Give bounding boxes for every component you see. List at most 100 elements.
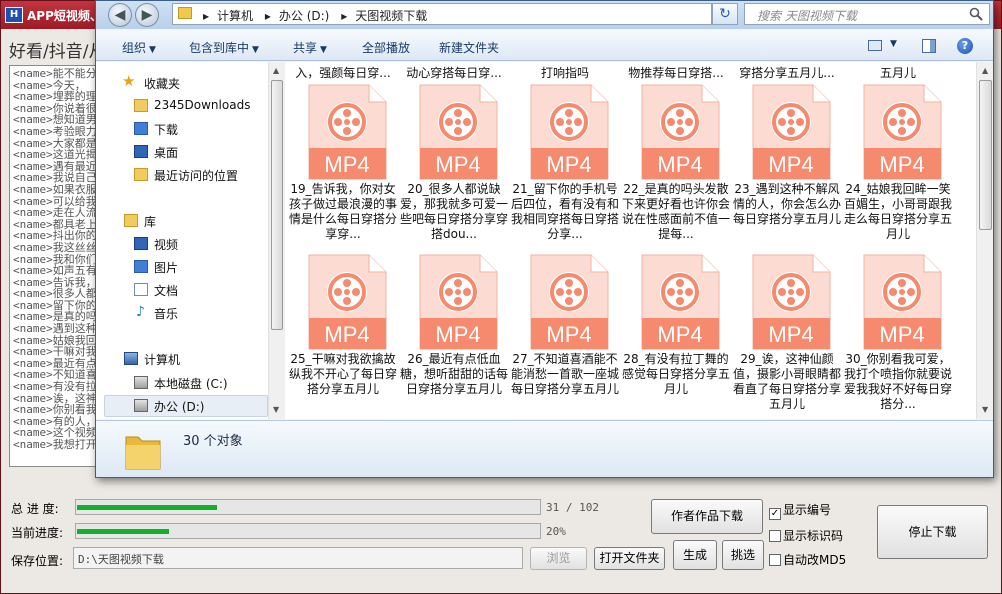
breadcrumb-current-folder[interactable]: 天图视频下载 (355, 9, 427, 23)
nav-scrollbar[interactable]: ▲ ▼ (268, 62, 285, 419)
list-item[interactable]: <name>如声五有 (13, 265, 101, 277)
list-item[interactable]: <name>考验眼力 (13, 126, 101, 138)
search-icon[interactable] (969, 7, 983, 21)
organize-menu[interactable]: 组织 ▼ (122, 39, 156, 56)
author-download-button[interactable]: 作者作品下载 (651, 499, 763, 534)
file-name-partial[interactable]: 物推荐每日穿搭... (622, 64, 730, 81)
stop-download-button[interactable]: 停止下载 (877, 505, 988, 559)
list-item[interactable]: <name>遇到这种 (13, 323, 101, 335)
scroll-up-icon[interactable]: ▲ (273, 66, 279, 75)
file-name-partial[interactable]: 入，强颜每日穿... (289, 64, 397, 81)
nav-favorites[interactable]: 收藏夹 (144, 75, 180, 92)
nav-pictures[interactable]: 图片 (154, 259, 178, 276)
file-item[interactable]: MP4 26_最近有点低血糖，想听甜甜的话每日穿搭分享五月儿 (400, 254, 508, 419)
list-item[interactable]: <name>如果衣服 (13, 184, 101, 196)
nav-scroll-thumb[interactable] (271, 80, 283, 330)
browse-button[interactable]: 浏览 (530, 547, 587, 570)
file-item[interactable]: MP4 24_姑娘我回眸一笑百媚生，小哥哥跟我走么每日穿搭分享五月儿 (844, 84, 952, 249)
file-item[interactable]: MP4 23_遇到这种不解风情的人，你会怎么办每日穿搭分享五月儿 (733, 84, 841, 249)
preview-pane-icon[interactable] (922, 39, 936, 53)
list-item[interactable]: <name>我想打开 (13, 439, 101, 451)
file-item[interactable]: MP4 29_诶，这神仙颜值，摄影小哥眼睛都看直了每日穿搭分享五月儿 (733, 254, 841, 419)
view-caret-icon[interactable]: ▼ (890, 39, 897, 49)
file-name: 30_你别看我可爱，我打个喷指你就要说爱我我好不好每日穿搭分... (844, 352, 953, 411)
nav-computer[interactable]: 计算机 (144, 351, 180, 368)
breadcrumb-drive-d[interactable]: 办公 (D:) (279, 9, 329, 23)
show-id-label: 显示标识码 (783, 529, 844, 543)
caret-down-icon: ▼ (149, 45, 156, 55)
generate-button[interactable]: 生成 (673, 540, 717, 570)
list-item[interactable]: <name>能不能分 (13, 68, 101, 80)
change-view-icon[interactable] (868, 40, 882, 51)
files-scroll-thumb[interactable] (979, 80, 992, 230)
drive-icon (134, 399, 148, 412)
explorer-title-bar[interactable]: ◀ ▶ ▸ 计算机 ▸ 办公 (D:) ▸ 天图视频下载 ↻ 搜索 天图视频下载 (96, 1, 993, 29)
folder-icon (134, 99, 148, 112)
save-path-field[interactable]: D:\天图视频下载 (73, 547, 523, 569)
show-number-check-icon: ✓ (769, 508, 781, 520)
music-note-icon: ♪ (136, 304, 145, 320)
mp4-file-icon: MP4 (308, 254, 387, 350)
file-name-partial[interactable]: 打响指吗 (511, 64, 619, 81)
scroll-up-icon[interactable]: ▲ (982, 66, 988, 75)
scroll-down-icon[interactable]: ▼ (273, 405, 279, 414)
list-item[interactable]: <name>走在人流 (13, 207, 101, 219)
file-item[interactable]: MP4 27_不知道喜酒能不能消愁一首歌一座城每日穿搭分享五月儿 (511, 254, 619, 419)
select-button[interactable]: 挑选 (722, 540, 764, 570)
nav-local-c[interactable]: 本地磁盘 (C:) (154, 375, 228, 392)
file-item[interactable]: MP4 30_你别看我可爱，我打个喷指你就要说爱我我好不好每日穿搭分... (844, 254, 952, 419)
recent-places-icon (134, 168, 148, 181)
scroll-down-icon[interactable]: ▼ (982, 405, 988, 414)
nav-desktop[interactable]: 桌面 (154, 144, 178, 161)
item-count: 30 个对象 (183, 434, 243, 449)
file-item[interactable]: MP4 20_很多人都说缺爱，那我就多可爱一些吧每日穿搭分享穿搭dou... (400, 84, 508, 249)
new-folder-button[interactable]: 新建文件夹 (439, 39, 499, 56)
include-library-menu[interactable]: 包含到库中 ▼ (189, 39, 259, 56)
help-icon[interactable]: ? (957, 38, 973, 54)
mp4-badge: MP4 (546, 322, 591, 347)
auto-md5-checkbox[interactable]: 自动改MD5 (769, 551, 846, 568)
file-name-partial[interactable]: 穿搭分享五月儿... (733, 64, 841, 81)
file-item[interactable]: MP4 19_告诉我，你对女孩子做过最浪漫的事情是什么每日穿搭分享穿... (289, 84, 397, 249)
play-all-button[interactable]: 全部播放 (362, 39, 410, 56)
show-id-checkbox[interactable]: 显示标识码 (769, 527, 843, 544)
list-item[interactable]: <name>我这丝丝 (13, 242, 101, 254)
current-progress-label: 当前进度: (11, 526, 64, 540)
open-folder-button[interactable]: 打开文件夹 (594, 547, 665, 570)
mp4-badge: MP4 (324, 322, 369, 347)
files-scrollbar[interactable]: ▲ ▼ (976, 62, 993, 419)
mp4-file-icon: MP4 (752, 254, 831, 350)
search-input[interactable]: 搜索 天图视频下载 (744, 3, 990, 25)
nav-recent[interactable]: 最近访问的位置 (154, 167, 238, 184)
navigation-pane: ★ 收藏夹 2345Downloads 下载 桌面 最近访问的位置 库 视频 图… (96, 62, 284, 419)
file-name: 19_告诉我，你对女孩子做过最浪漫的事情是什么每日穿搭分享穿... (289, 182, 398, 241)
nav-libraries[interactable]: 库 (144, 213, 156, 230)
file-item[interactable]: MP4 22_是真的吗头发散下来更好看也许你会说在性感面前不值一提每... (622, 84, 730, 249)
address-bar[interactable]: ▸ 计算机 ▸ 办公 (D:) ▸ 天图视频下载 (172, 3, 712, 25)
file-item[interactable]: MP4 25_干嘛对我欲擒故纵我不开心了每日穿搭分享五月儿 (289, 254, 397, 419)
nav-downloads[interactable]: 下载 (154, 121, 178, 138)
nav-music[interactable]: 音乐 (154, 305, 178, 322)
breadcrumb-computer[interactable]: 计算机 (217, 9, 253, 23)
show-number-checkbox[interactable]: ✓ 显示编号 (769, 501, 831, 520)
nav-documents[interactable]: 文档 (154, 282, 178, 299)
file-item[interactable]: MP4 28_有没有拉丁舞的感觉每日穿搭分享五月儿 (622, 254, 730, 419)
refresh-button[interactable]: ↻ (712, 3, 738, 25)
list-item[interactable]: <name>有没有拉 (13, 381, 101, 393)
back-button[interactable]: ◀ (108, 3, 132, 27)
share-menu[interactable]: 共享 ▼ (293, 39, 327, 56)
video-name-list[interactable]: <name>能不能分 <name>今天， <name>埋葬的理 <name>你说着很 <… (9, 65, 105, 467)
download-folder-icon (134, 122, 148, 135)
mp4-badge: MP4 (768, 322, 813, 347)
nav-2345downloads[interactable]: 2345Downloads (154, 98, 250, 112)
nav-videos[interactable]: 视频 (154, 236, 178, 253)
forward-button[interactable]: ▶ (135, 3, 159, 27)
file-item[interactable]: MP4 21_留下你的手机号后四位，看有没有和我相同穿搭每日穿搭分享... (511, 84, 619, 249)
mp4-badge: MP4 (879, 152, 924, 177)
total-progress-label: 总 进 度: (11, 502, 59, 516)
file-name-partial[interactable]: 五月儿 (844, 64, 952, 81)
list-item[interactable]: <name>这道光揭 (13, 149, 101, 161)
nav-office-d[interactable]: 办公 (D:) (154, 398, 204, 415)
mp4-badge: MP4 (435, 322, 480, 347)
file-name-partial[interactable]: 动心穿搭每日穿... (400, 64, 508, 81)
